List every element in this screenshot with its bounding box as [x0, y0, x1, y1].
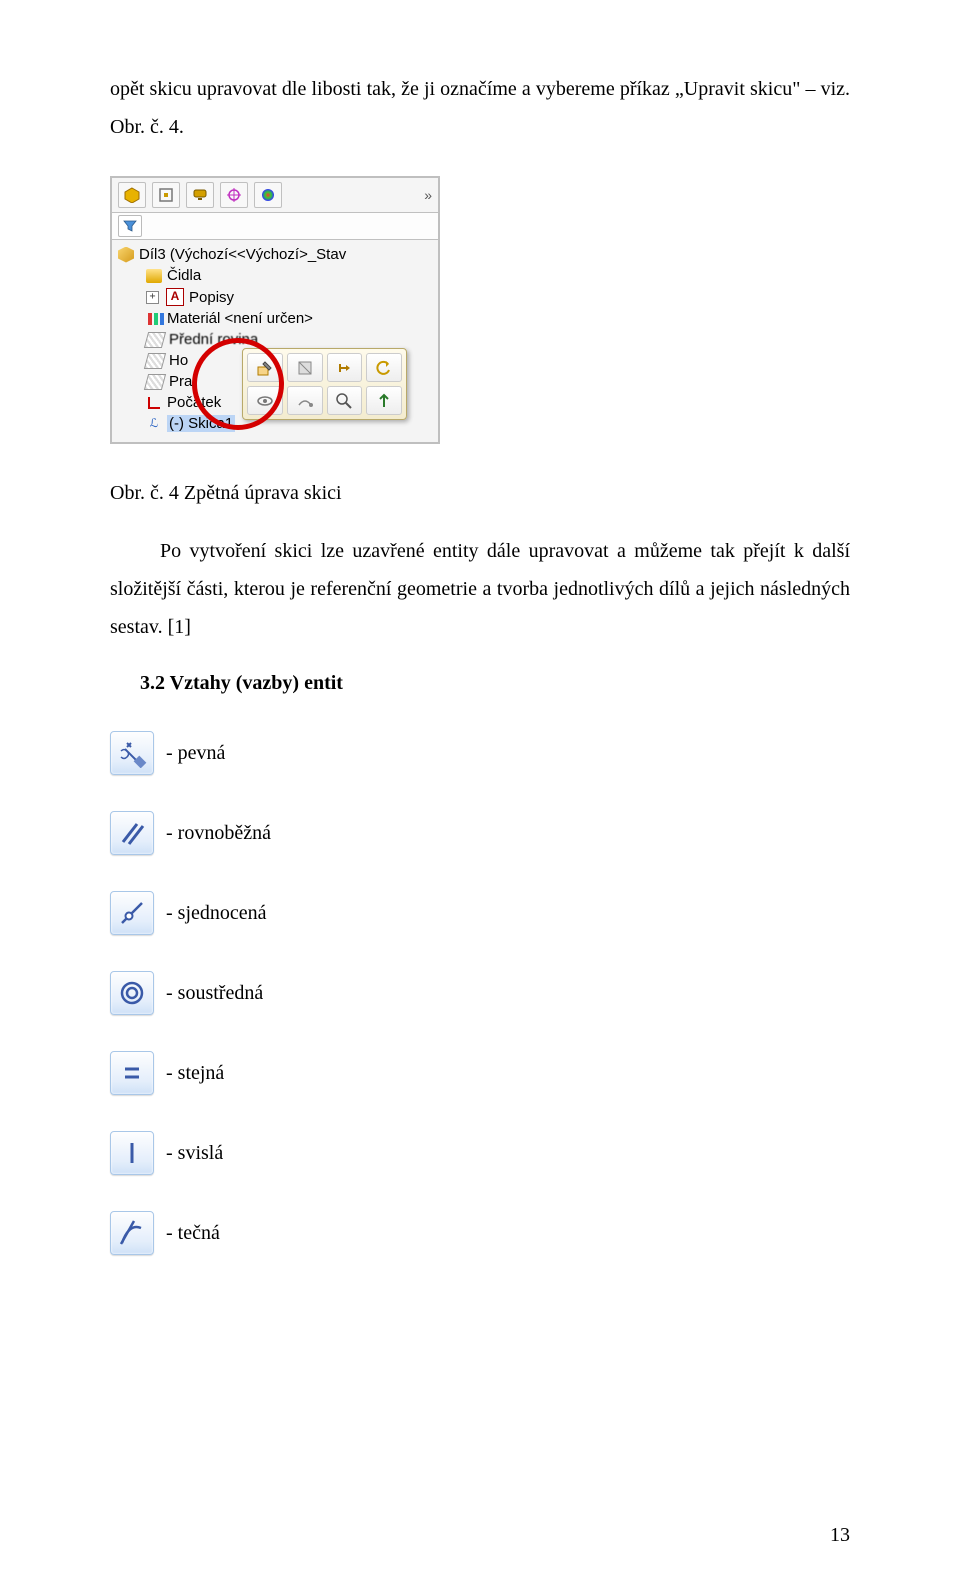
- tab-display-icon[interactable]: [186, 182, 214, 208]
- constraint-soustredna: - soustředná: [110, 971, 850, 1015]
- tree-label: Čidla: [167, 267, 201, 284]
- paragraph-2: Po vytvoření skici lze uzavřené entity d…: [110, 532, 850, 646]
- constraint-label: - soustředná: [166, 982, 263, 1005]
- fm-tabs: »: [112, 178, 438, 213]
- sketch-icon: [146, 416, 162, 432]
- tree-label: Přední rovina: [169, 331, 258, 348]
- parallel-icon: [110, 811, 154, 855]
- tab-target-icon[interactable]: [220, 182, 248, 208]
- tree-root-label: Díl3 (Výchozí<<Výchozí>_Stav: [139, 246, 346, 263]
- concentric-icon: [110, 971, 154, 1015]
- hide-icon[interactable]: [247, 386, 283, 415]
- vertical-icon: [110, 1131, 154, 1175]
- origin-icon: [146, 395, 162, 411]
- coincident-icon: [110, 891, 154, 935]
- tree-label: Materiál <není určen>: [167, 310, 313, 327]
- suppress-icon[interactable]: [287, 353, 323, 382]
- zoom-icon[interactable]: [327, 386, 363, 415]
- section-heading: 3.2 Vztahy (vazby) entit: [140, 672, 850, 695]
- fixed-icon: [110, 731, 154, 775]
- tree-label: (-) Skica1: [167, 415, 235, 432]
- annotation-icon: A: [166, 288, 184, 306]
- tree-item-material[interactable]: Materiál <není určen>: [118, 308, 432, 329]
- constraint-pevna: - pevná: [110, 731, 850, 775]
- tree-label: Popisy: [189, 289, 234, 306]
- material-icon: [146, 311, 162, 327]
- feature-manager-panel: » Díl3 (Výchozí<<Výchozí>_Stav Čidla +: [110, 176, 440, 444]
- constraint-label: - rovnoběžná: [166, 822, 271, 845]
- context-toolbar: [242, 348, 407, 420]
- plane-icon: [144, 353, 166, 369]
- constraint-tecna: - tečná: [110, 1211, 850, 1255]
- constraint-rovnobezna: - rovnoběžná: [110, 811, 850, 855]
- part-icon: [118, 247, 134, 263]
- constraint-label: - tečná: [166, 1222, 220, 1245]
- tree-item-predni[interactable]: Přední rovina: [118, 329, 432, 350]
- constraint-label: - pevná: [166, 742, 225, 765]
- figure-4: » Díl3 (Výchozí<<Výchozí>_Stav Čidla +: [110, 176, 850, 444]
- tab-part-icon[interactable]: [118, 182, 146, 208]
- tab-appearance-icon[interactable]: [254, 182, 282, 208]
- normal-to-icon[interactable]: [287, 386, 323, 415]
- folder-icon: [146, 269, 162, 283]
- constraint-label: - svislá: [166, 1142, 223, 1165]
- constraint-sjednocena: - sjednocená: [110, 891, 850, 935]
- page-number: 13: [830, 1524, 850, 1547]
- undo-icon[interactable]: [366, 353, 402, 382]
- edit-sketch-icon[interactable]: [247, 353, 283, 382]
- tree-item-popisy[interactable]: + A Popisy: [118, 286, 432, 308]
- equal-icon: [110, 1051, 154, 1095]
- filter-icon[interactable]: [118, 215, 142, 237]
- intro-paragraph: opět skicu upravovat dle libosti tak, že…: [110, 70, 850, 146]
- expand-icon[interactable]: +: [146, 291, 159, 304]
- constraint-label: - stejná: [166, 1062, 224, 1085]
- plane-icon: [144, 374, 166, 390]
- constraint-svisla: - svislá: [110, 1131, 850, 1175]
- tab-config-icon[interactable]: [152, 182, 180, 208]
- constraint-label: - sjednocená: [166, 902, 267, 925]
- rollback-icon[interactable]: [327, 353, 363, 382]
- chevrons-icon[interactable]: »: [424, 187, 432, 203]
- figure-caption: Obr. č. 4 Zpětná úprava skici: [110, 474, 850, 512]
- tree-root[interactable]: Díl3 (Výchozí<<Výchozí>_Stav: [118, 244, 432, 265]
- filter-row: [112, 213, 438, 240]
- tangent-icon: [110, 1211, 154, 1255]
- plane-icon: [144, 332, 166, 348]
- tree-item-cidla[interactable]: Čidla: [118, 265, 432, 286]
- tree-label: Ho: [169, 352, 188, 369]
- normal-view-icon[interactable]: [366, 386, 402, 415]
- tree-label: Počátek: [167, 394, 221, 411]
- tree-label: Pra: [169, 373, 192, 390]
- constraint-stejna: - stejná: [110, 1051, 850, 1095]
